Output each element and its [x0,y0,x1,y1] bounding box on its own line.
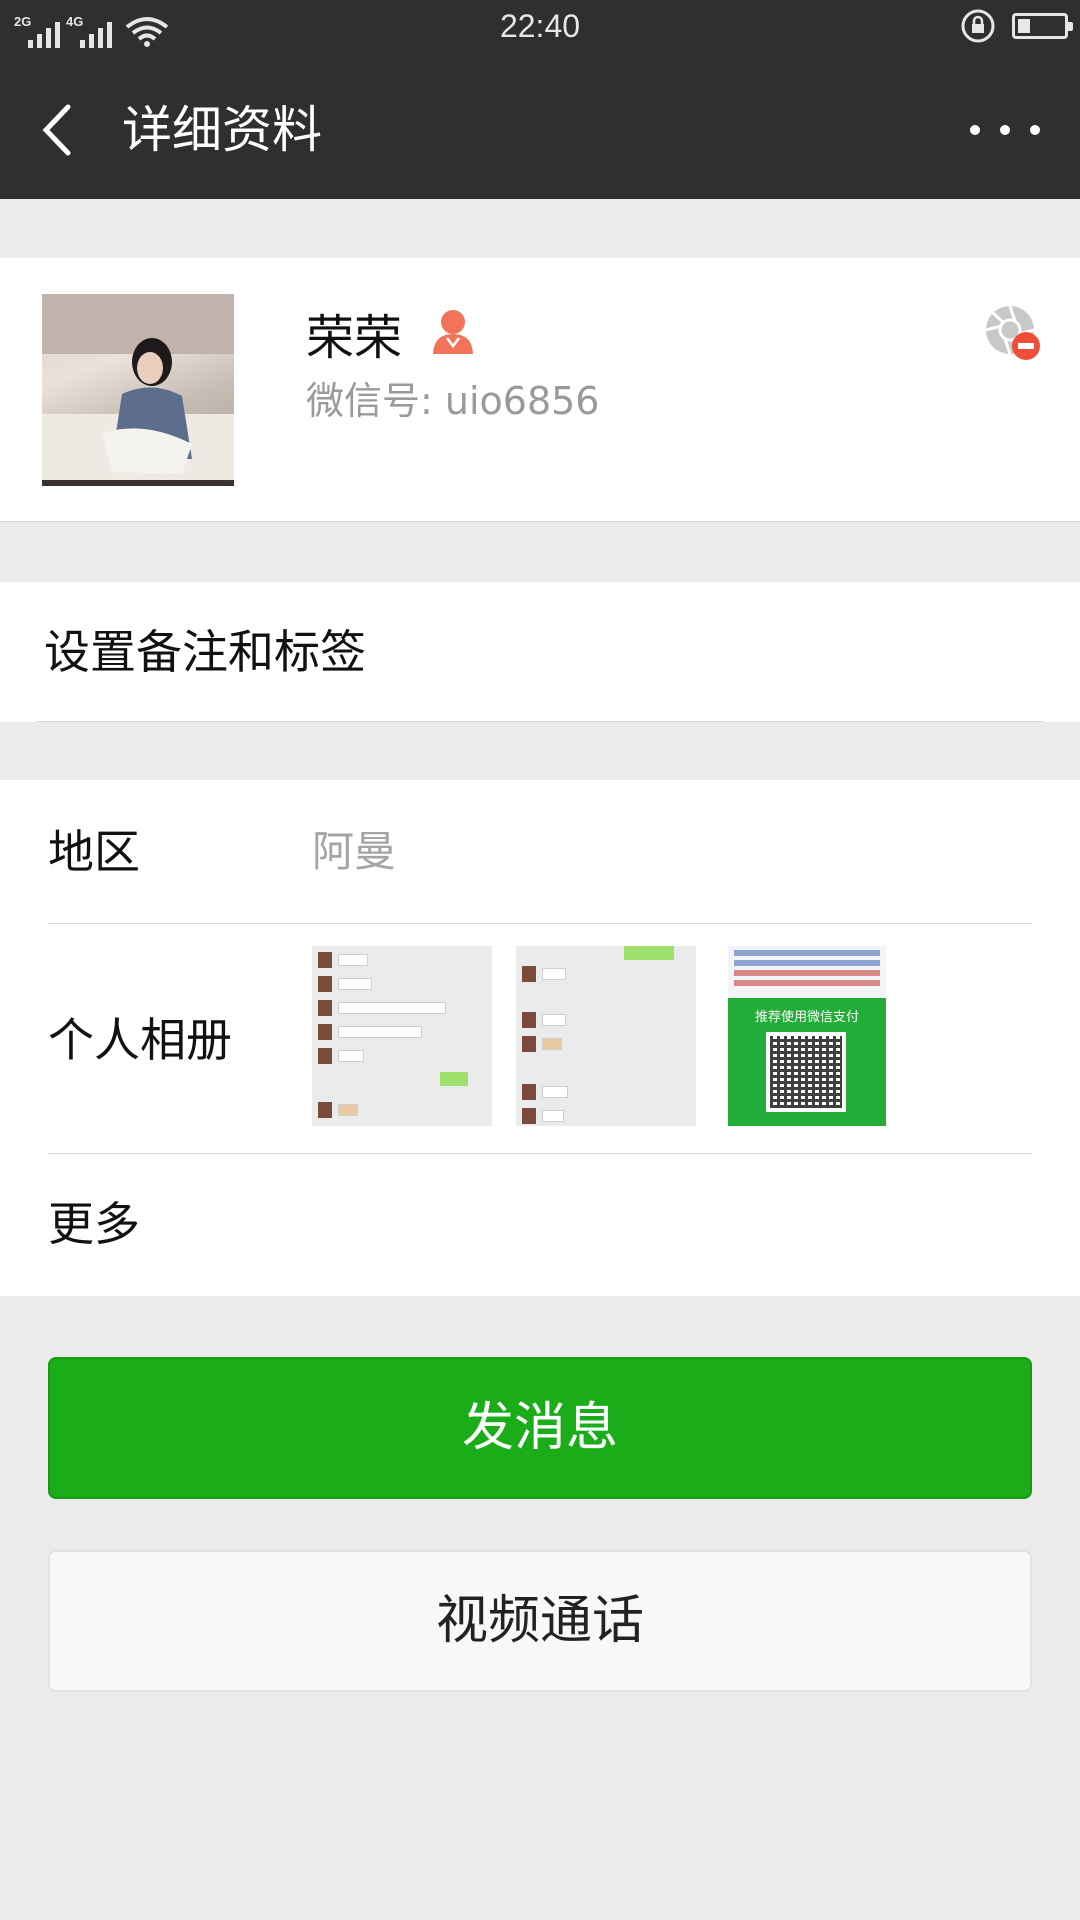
set-remark-tags-label: 设置备注和标签 [44,625,366,679]
info-section: 地区 阿曼 个人相册 推荐使用微信支付 更多 [0,780,1080,1296]
wechat-id: 微信号: uio6856 [306,379,600,423]
set-remark-tags-row[interactable]: 设置备注和标签 [0,582,1080,722]
more-label: 更多 [48,1197,140,1251]
top-app-bar: 详细资料 [0,55,1080,199]
back-button[interactable] [36,95,96,165]
moments-blocked-icon[interactable] [982,302,1044,364]
personal-album-row[interactable]: 个人相册 推荐使用微信支付 [0,924,1080,1154]
battery-icon [1012,13,1073,39]
album-thumbnail[interactable] [516,946,696,1126]
wechat-pay-card: 推荐使用微信支付 [728,998,886,1126]
avatar[interactable] [42,294,234,486]
female-icon [433,310,473,354]
chevron-left-icon [42,104,71,156]
contact-name: 荣荣 [306,310,403,366]
clock: 22:40 [499,8,581,44]
send-message-button[interactable]: 发消息 [48,1357,1032,1499]
region-row: 地区 阿曼 [0,780,1080,924]
page-title: 详细资料 [122,101,322,159]
more-dots-icon [970,125,980,135]
album-pay-text: 推荐使用微信支付 [754,1010,859,1025]
video-call-button[interactable]: 视频通话 [48,1550,1032,1692]
region-value: 阿曼 [312,827,397,876]
album-thumbnail[interactable]: 推荐使用微信支付 [728,946,886,1126]
divider [36,721,1044,722]
status-bar: 2G 4G 22:40 [0,0,1080,55]
personal-album-label: 个人相册 [48,1013,232,1067]
profile-card: 荣荣 微信号: uio6856 [0,258,1080,522]
more-options-button[interactable] [970,105,1040,155]
qr-code-icon [766,1032,846,1112]
more-row[interactable]: 更多 [0,1154,1080,1296]
region-label: 地区 [48,825,140,879]
rotation-lock-icon [961,9,995,43]
album-thumbnail[interactable] [312,946,492,1126]
